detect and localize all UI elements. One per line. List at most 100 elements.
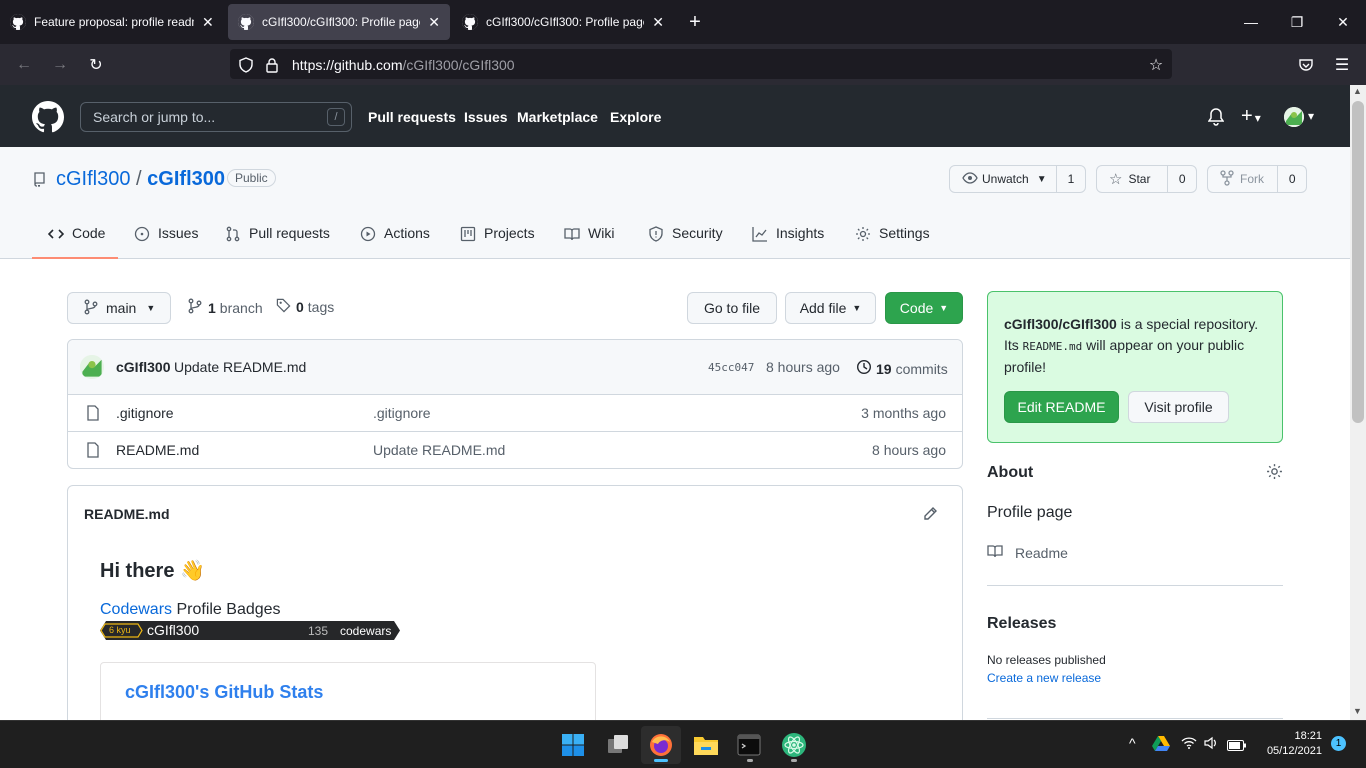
about-title: About	[987, 464, 1034, 481]
readme-panel: README.md Hi there 👋 Codewars Profile Ba…	[67, 485, 963, 752]
pocket-icon[interactable]	[1293, 52, 1319, 78]
nav-explore[interactable]: Explore	[610, 109, 661, 125]
back-arrow-icon[interactable]: ←	[11, 52, 37, 78]
special-repo-owner: cGIfl300/cGIfl300	[1004, 316, 1117, 332]
github-search-input[interactable]: Search or jump to... /	[80, 102, 352, 132]
tab-code[interactable]: Code	[32, 225, 118, 259]
chevron-up-icon[interactable]: ^	[1129, 735, 1136, 751]
tab-settings[interactable]: Settings	[855, 225, 930, 259]
tab-actions[interactable]: Actions	[360, 225, 430, 259]
tab-projects[interactable]: Projects	[460, 225, 535, 259]
releases-title[interactable]: Releases	[987, 615, 1056, 633]
go-to-file-button[interactable]: Go to file	[687, 292, 777, 324]
tab-security[interactable]: Security	[648, 225, 723, 259]
edit-readme-button[interactable]: Edit README	[1004, 391, 1119, 423]
commit-author[interactable]: cGIfl300	[116, 359, 170, 375]
tab-insights[interactable]: Insights	[752, 225, 824, 259]
create-new-button[interactable]: + ▾	[1241, 105, 1261, 128]
codewars-line: Codewars Profile Badges	[100, 601, 281, 619]
fork-count[interactable]: 0	[1278, 172, 1306, 186]
readme-link[interactable]: Readme	[987, 543, 1068, 562]
commit-message[interactable]: Update README.md	[174, 359, 306, 375]
star-count[interactable]: 0	[1168, 172, 1196, 186]
file-row[interactable]: .gitignore .gitignore 3 months ago	[68, 394, 962, 431]
file-commit-message[interactable]: .gitignore	[373, 405, 431, 421]
scrollbar-thumb[interactable]	[1352, 101, 1364, 423]
nav-marketplace[interactable]: Marketplace	[517, 109, 598, 125]
graph-icon	[752, 227, 767, 242]
create-release-link[interactable]: Create a new release	[987, 671, 1101, 685]
file-row[interactable]: README.md Update README.md 8 hours ago	[68, 431, 962, 468]
bell-icon[interactable]	[1207, 108, 1225, 129]
terminal-running-indicator	[747, 759, 753, 762]
scroll-down-icon[interactable]: ▼	[1353, 706, 1362, 716]
avatar-chevron-down-icon[interactable]: ▾	[1308, 109, 1314, 123]
google-drive-icon[interactable]	[1152, 735, 1170, 754]
visit-profile-button[interactable]: Visit profile	[1128, 391, 1229, 423]
file-list: cGIfl300 Update README.md 45cc047 8 hour…	[67, 339, 963, 469]
tab-wiki[interactable]: Wiki	[564, 225, 614, 259]
repo-owner-link[interactable]: cGIfl300	[56, 168, 130, 190]
tab-pull-requests[interactable]: Pull requests	[225, 225, 330, 259]
browser-tab-active[interactable]: cGIfl300/cGIfl300: Profile page ✕	[228, 4, 450, 40]
restore-button[interactable]: ❐	[1274, 0, 1320, 44]
star-button[interactable]: ☆ Star	[1097, 166, 1169, 192]
commit-sha[interactable]: 45cc047	[708, 361, 754, 374]
reload-icon[interactable]: ↻	[83, 52, 109, 78]
branch-name: main	[106, 300, 137, 316]
tags-link[interactable]: 0 tags	[276, 298, 334, 316]
wifi-icon[interactable]	[1181, 736, 1197, 753]
file-commit-message[interactable]: Update README.md	[373, 442, 505, 458]
new-tab-button[interactable]: +	[680, 0, 710, 44]
lock-icon[interactable]	[259, 52, 285, 78]
pencil-icon[interactable]	[922, 506, 938, 525]
system-clock[interactable]: 18:21 05/12/2021	[1262, 729, 1322, 759]
scroll-up-icon[interactable]: ▲	[1353, 86, 1362, 96]
browser-tab[interactable]: Feature proposal: profile readme ✕	[0, 0, 226, 44]
volume-icon[interactable]	[1204, 736, 1220, 753]
codewars-badge[interactable]: 6 kyu cGIfl300 135 codewars	[100, 621, 400, 640]
nav-pull-requests[interactable]: Pull requests	[368, 109, 456, 125]
windows-start-icon[interactable]	[553, 726, 593, 764]
close-window-button[interactable]: ✕	[1320, 0, 1366, 44]
codewars-link[interactable]: Codewars	[100, 601, 172, 618]
pull-request-icon	[226, 226, 240, 242]
avatar[interactable]	[1284, 107, 1304, 127]
branch-select-button[interactable]: main ▼	[67, 292, 171, 324]
author-avatar[interactable]	[80, 355, 104, 379]
notification-badge[interactable]: 1	[1331, 736, 1346, 751]
close-tab-icon[interactable]: ✕	[202, 14, 214, 31]
firefox-active-indicator	[654, 759, 668, 762]
branch-icon	[188, 298, 202, 317]
shield-icon[interactable]	[233, 52, 259, 78]
github-logo-icon[interactable]	[32, 101, 65, 136]
add-file-button[interactable]: Add file ▼	[785, 292, 876, 324]
minimize-button[interactable]: —	[1228, 0, 1274, 44]
bookmark-star-icon[interactable]: ☆	[1143, 52, 1169, 78]
watch-count[interactable]: 1	[1057, 172, 1085, 186]
file-name[interactable]: README.md	[116, 442, 199, 458]
menu-icon[interactable]: ☰	[1329, 52, 1355, 78]
repo-name-link[interactable]: cGIfl300	[147, 168, 225, 190]
tags-count: 0	[296, 299, 304, 315]
file-explorer-icon[interactable]	[686, 726, 726, 764]
url-path: /cGIfl300/cGIfl300	[402, 57, 515, 73]
fork-button[interactable]: Fork	[1208, 166, 1279, 192]
file-age: 8 hours ago	[872, 442, 946, 458]
browser-tab[interactable]: cGIfl300/cGIfl300: Profile page ✕	[452, 0, 674, 44]
tab-issues[interactable]: Issues	[134, 225, 198, 259]
commits-link[interactable]: 19 commits	[856, 359, 948, 378]
close-tab-icon[interactable]: ✕	[652, 14, 664, 31]
gear-icon[interactable]	[1266, 463, 1283, 483]
task-view-icon[interactable]	[598, 726, 638, 764]
close-tab-icon[interactable]: ✕	[428, 14, 440, 31]
badge-kyu: 6 kyu	[109, 625, 131, 635]
unwatch-button[interactable]: Unwatch ▼	[950, 166, 1057, 192]
branches-link[interactable]: 1 branch	[188, 298, 263, 317]
branches-label: branch	[219, 299, 263, 316]
nav-issues[interactable]: Issues	[464, 109, 508, 125]
battery-icon[interactable]	[1227, 738, 1247, 754]
forward-arrow-icon[interactable]: →	[47, 52, 73, 78]
code-button[interactable]: Code ▼	[885, 292, 963, 324]
file-name[interactable]: .gitignore	[116, 405, 174, 421]
